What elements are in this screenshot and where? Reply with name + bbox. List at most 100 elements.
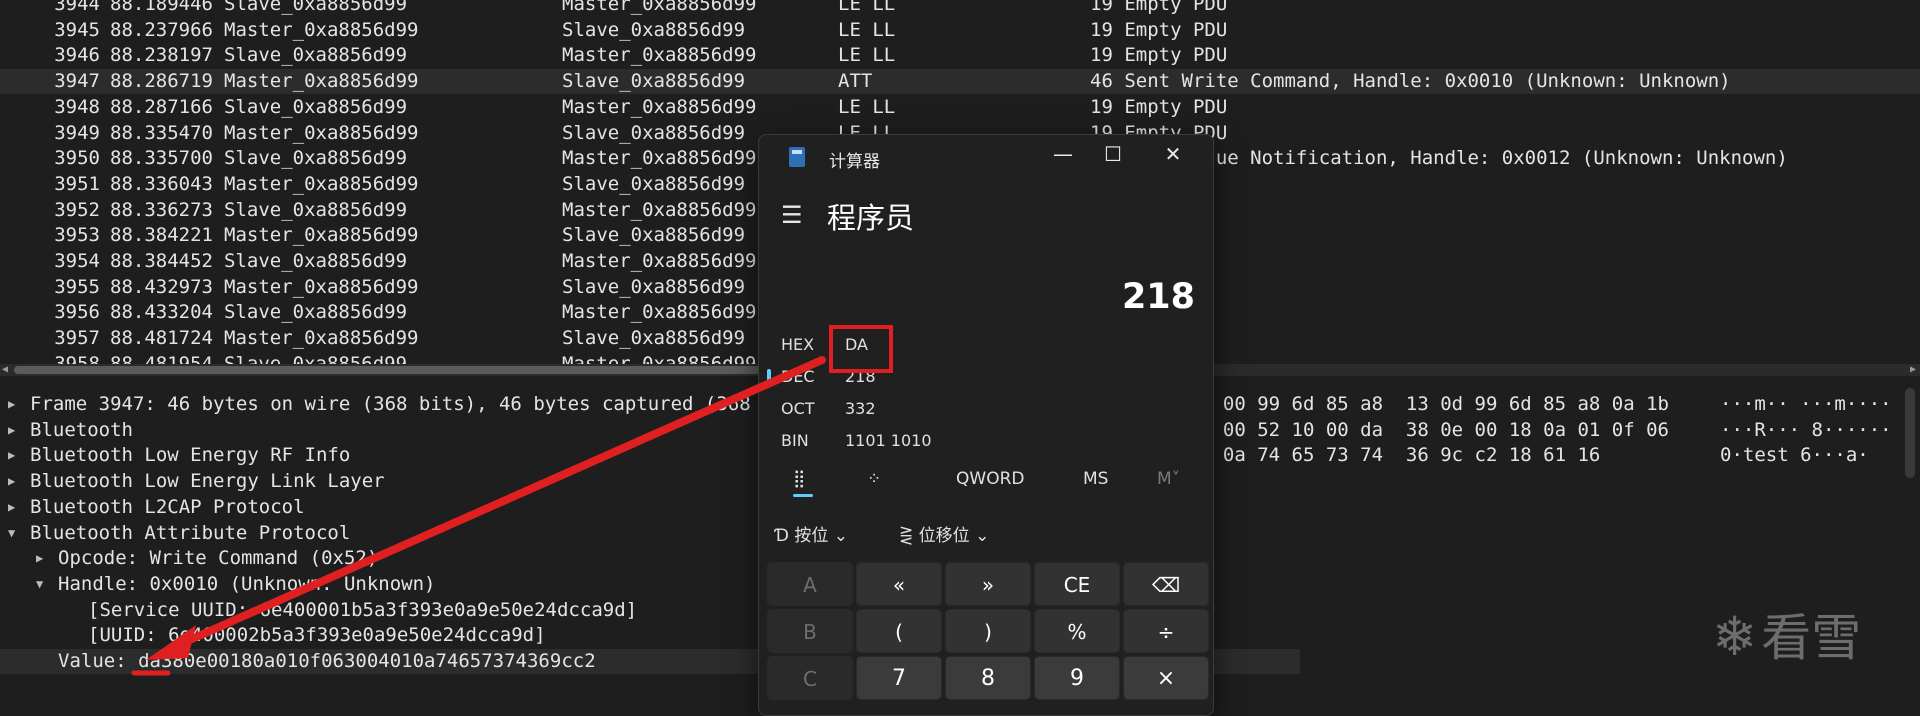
bit-toggle-keypad-icon[interactable]: ⁘ (867, 469, 881, 489)
expand-right-icon[interactable]: ▶ (8, 469, 15, 494)
word-size-button[interactable]: QWORD (956, 469, 1024, 489)
key-open-paren[interactable]: ( (856, 609, 942, 653)
packet-dst: Master_0xa8856d99 (562, 0, 757, 15)
packet-dst: Slave_0xa8856d99 (562, 224, 746, 247)
base-label: BIN (781, 431, 809, 450)
base-row-oct[interactable]: OCT 332 (781, 394, 981, 424)
packet-no: 3950 (54, 147, 100, 170)
bytes-scrollbar[interactable] (1905, 388, 1915, 478)
key-shift-left[interactable]: « (856, 562, 942, 606)
packet-time: 88.286719 (110, 70, 213, 93)
bytes-hex: 4 00 52 10 00 da 38 0e 00 18 0a 01 0f 06 (1200, 418, 1669, 441)
packet-time: 88.237966 (110, 18, 213, 41)
key-9[interactable]: 9 (1034, 656, 1120, 700)
full-keypad-icon[interactable]: ⣿ (793, 469, 805, 489)
key-close-paren[interactable]: ) (945, 609, 1031, 653)
packet-src: Slave_0xa8856d99 (224, 44, 408, 67)
packet-src: Slave_0xa8856d99 (224, 198, 408, 221)
packet-no: 3945 (54, 18, 100, 41)
packet-dst: Master_0xa8856d99 (562, 95, 757, 118)
detail-text: Opcode: Write Command (0x52) (58, 547, 379, 570)
packet-dst: Master_0xa8856d99 (562, 301, 757, 324)
packet-proto: LE LL (838, 0, 896, 15)
detail-text: [Service UUID: 6e400001b5a3f393e0a9e50e2… (88, 598, 638, 621)
packet-info: 46 Sent Write Command, Handle: 0x0010 (U… (1090, 70, 1731, 93)
packet-src: Master_0xa8856d99 (224, 18, 419, 41)
packet-info: 19 Empty PDU (1090, 18, 1228, 41)
packet-src: Slave_0xa8856d99 (224, 0, 408, 15)
memory-store-button[interactable]: MS (1083, 469, 1108, 489)
packet-time: 88.433204 (110, 301, 213, 324)
packet-dst: Master_0xa8856d99 (562, 250, 757, 272)
key-modulo[interactable]: % (1034, 609, 1120, 653)
menu-icon[interactable]: ☰ (781, 201, 803, 229)
scroll-right-icon[interactable]: ▶ (1910, 364, 1916, 376)
packet-info: 19 Empty PDU (1090, 0, 1228, 15)
packet-time: 88.336273 (110, 198, 213, 221)
bitshift-dropdown[interactable]: ⋛ 位移位 ⌄ (899, 521, 989, 546)
packet-src: Master_0xa8856d99 (224, 121, 419, 144)
bitwise-icon: Ɗ (775, 526, 789, 546)
detail-text: Bluetooth Low Energy Link Layer (30, 470, 385, 493)
packet-dst: Slave_0xa8856d99 (562, 18, 746, 41)
expand-right-icon[interactable]: ▶ (36, 546, 43, 571)
packet-row[interactable]: 3948 88.287166 Slave_0xa8856d99 Master_0xa8… (0, 95, 1920, 120)
base-label: OCT (781, 399, 815, 418)
multiply-icon[interactable]: × (1123, 656, 1209, 700)
bytes-hex: 1 0a 74 65 73 74 36 9c c2 18 61 16 (1200, 444, 1601, 467)
key-clear-entry[interactable]: CE (1034, 562, 1120, 606)
chevron-down-icon: ⌄ (975, 526, 990, 546)
packet-time: 88.335470 (110, 121, 213, 144)
packet-row[interactable]: 3945 88.237966 Master_0xa8856d99 Slave_0xa8… (0, 18, 1920, 43)
detail-text: Value: da380e00180a010f063004010a7465737… (58, 650, 596, 672)
result-display: 218 (1121, 277, 1195, 317)
detail-text: Handle: 0x0010 (Unknown: Unknown) (58, 572, 436, 595)
watermark: ❄看雪 (1712, 598, 1861, 670)
packet-no: 3955 (54, 275, 100, 298)
packet-src: Master_0xa8856d99 (224, 275, 419, 298)
watermark-text: 看雪 (1761, 609, 1862, 667)
packet-proto: LE LL (838, 44, 896, 67)
packet-no: 3951 (54, 172, 100, 195)
bitshift-icon: ⋛ (899, 526, 914, 546)
key-a[interactable]: A (767, 562, 853, 606)
base-value: 1101 1010 (845, 431, 932, 450)
packet-src: Master_0xa8856d99 (224, 172, 419, 195)
packet-no: 3947 (54, 70, 100, 93)
base-row-bin[interactable]: BIN 1101 1010 (781, 426, 981, 456)
close-button[interactable]: ✕ (1153, 139, 1193, 169)
expand-right-icon[interactable]: ▶ (8, 443, 15, 468)
packet-dst: Master_0xa8856d99 (562, 44, 757, 67)
packet-dst: Slave_0xa8856d99 (562, 70, 746, 93)
packet-dst: Master_0xa8856d99 (562, 198, 757, 221)
key-7[interactable]: 7 (856, 656, 942, 700)
backspace-icon[interactable]: ⌫ (1123, 562, 1209, 606)
packet-time: 88.384221 (110, 224, 213, 247)
expand-right-icon[interactable]: ▶ (8, 418, 15, 443)
hex-highlight-box (829, 325, 893, 373)
packet-no: 3948 (54, 95, 100, 118)
key-8[interactable]: 8 (945, 656, 1031, 700)
packet-time: 88.238197 (110, 44, 213, 67)
minimize-button[interactable]: — (1043, 139, 1083, 169)
packet-src: Slave_0xa8856d99 (224, 95, 408, 118)
packet-src: Slave_0xa8856d99 (224, 147, 408, 170)
packet-dst: Slave_0xa8856d99 (562, 327, 746, 350)
expand-right-icon[interactable]: ▶ (8, 392, 15, 417)
bitwise-dropdown[interactable]: Ɗ 按位 ⌄ (775, 521, 848, 546)
key-shift-right[interactable]: » (945, 562, 1031, 606)
packet-row[interactable]: 3947 88.286719 Master_0xa8856d99 Slave_0xa8… (0, 69, 1920, 95)
scroll-left-icon[interactable]: ◀ (2, 364, 8, 376)
maximize-button[interactable]: ☐ (1093, 139, 1133, 169)
packet-row[interactable]: 3944 88.189446 Slave_0xa8856d99 Master_0xa8… (0, 0, 1920, 17)
expand-down-icon[interactable]: ▼ (36, 572, 43, 597)
divide-icon[interactable]: ÷ (1123, 609, 1209, 653)
memory-menu-button[interactable]: M˅ (1157, 469, 1180, 489)
expand-down-icon[interactable]: ▼ (8, 521, 15, 546)
key-b[interactable]: B (767, 609, 853, 653)
expand-right-icon[interactable]: ▶ (8, 495, 15, 520)
packet-row[interactable]: 3946 88.238197 Slave_0xa8856d99 Master_0xa8… (0, 43, 1920, 68)
key-c[interactable]: C (767, 656, 853, 700)
keypad-selected-underline (793, 494, 813, 497)
window-title: 计算器 (829, 152, 880, 172)
